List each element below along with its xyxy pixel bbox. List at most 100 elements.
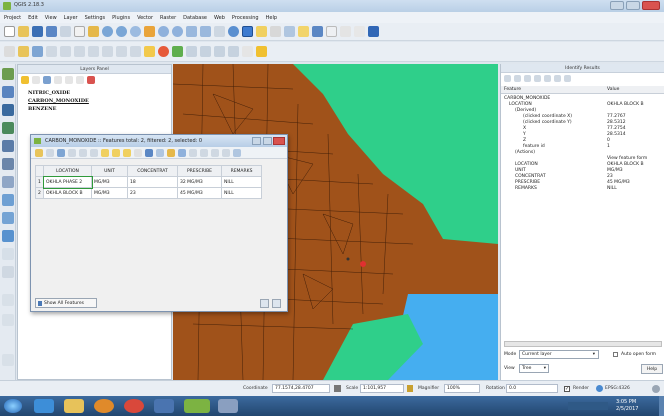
form-view-icon[interactable] <box>272 299 281 308</box>
deselect-icon[interactable] <box>270 26 281 37</box>
add-wcs-layer-icon[interactable] <box>2 212 14 224</box>
open-project-icon[interactable] <box>18 26 29 37</box>
paste-features-icon[interactable] <box>130 46 141 57</box>
add-mssql-layer-icon[interactable] <box>2 140 14 152</box>
table-cell[interactable]: 23 <box>127 187 178 199</box>
copy-features-icon[interactable] <box>116 46 127 57</box>
column-header[interactable]: CONCENTRAT <box>127 165 178 177</box>
table-row[interactable]: 1 OKHLA PHASE 2 MG/M3 18 32 MG/M3 NILL <box>35 175 262 189</box>
dialog-minimize-button[interactable] <box>252 137 261 145</box>
open-layer-styling-icon[interactable] <box>21 76 29 84</box>
scale-field[interactable]: 1:101,957 <box>360 384 404 393</box>
new-project-icon[interactable] <box>4 26 15 37</box>
zoom-layer-icon[interactable] <box>172 26 183 37</box>
collapse-all-icon[interactable] <box>76 76 84 84</box>
delete-field-icon[interactable] <box>222 148 230 157</box>
magnifier-field[interactable]: 100% <box>444 384 480 393</box>
menu-database[interactable]: Database <box>183 15 207 21</box>
zoom-to-selected-icon[interactable] <box>178 148 186 157</box>
selected-feature-point[interactable] <box>360 261 366 267</box>
column-header[interactable]: LOCATION <box>43 165 92 177</box>
layer-item-benzene[interactable]: BENZENE <box>28 106 56 112</box>
render-checkbox[interactable]: ✓ <box>564 386 570 392</box>
new-map-view-icon[interactable] <box>214 26 225 37</box>
collapse-tree-icon[interactable] <box>514 75 521 82</box>
expand-new-icon[interactable] <box>524 75 531 82</box>
add-wfs-layer-icon[interactable] <box>2 230 14 242</box>
label-highlight-icon[interactable] <box>172 46 183 57</box>
deselect-all-icon[interactable] <box>134 148 142 157</box>
table-cell[interactable]: MG/M3 <box>91 176 128 188</box>
save-edits-icon[interactable] <box>57 148 65 157</box>
table-cell[interactable]: 32 MG/M3 <box>177 176 222 188</box>
paste-features-icon[interactable] <box>200 148 208 157</box>
dialog-maximize-button[interactable] <box>263 137 272 145</box>
zoom-out-icon[interactable] <box>116 26 127 37</box>
start-button-icon[interactable] <box>4 399 22 413</box>
sum-icon[interactable] <box>326 26 337 37</box>
add-group-icon[interactable] <box>32 76 40 84</box>
toggle-extents-icon[interactable] <box>334 385 341 392</box>
lock-scale-icon[interactable] <box>407 385 413 392</box>
menu-help[interactable]: Help <box>266 15 277 21</box>
qgis-taskbar-icon[interactable] <box>184 399 210 413</box>
menu-layer[interactable]: Layer <box>64 15 78 21</box>
select-all-icon[interactable] <box>112 148 120 157</box>
manage-visibility-icon[interactable] <box>43 76 51 84</box>
filter-select-icon[interactable] <box>145 148 153 157</box>
show-features-dropdown[interactable]: Show All Features <box>35 298 97 308</box>
map-tips-icon[interactable] <box>340 26 351 37</box>
column-header[interactable]: UNIT <box>91 165 128 177</box>
reload-icon[interactable] <box>68 148 76 157</box>
table-cell[interactable]: NILL <box>221 187 262 199</box>
crs-globe-icon[interactable] <box>596 385 603 392</box>
label-rotate-icon[interactable] <box>214 46 225 57</box>
add-oracle-layer-icon[interactable] <box>2 158 14 170</box>
add-feature-icon[interactable] <box>46 46 57 57</box>
new-gpx-icon[interactable] <box>2 314 14 326</box>
chrome-icon[interactable] <box>124 399 144 413</box>
node-tool-icon[interactable] <box>74 46 85 57</box>
maximize-button[interactable] <box>626 1 640 10</box>
label-move-icon[interactable] <box>200 46 211 57</box>
print-composer-icon[interactable] <box>60 26 71 37</box>
new-shapefile-icon[interactable] <box>2 266 14 278</box>
toggle-multi-edit-icon[interactable] <box>46 148 54 157</box>
messages-icon[interactable] <box>652 385 660 393</box>
label-icon[interactable] <box>144 46 155 57</box>
rotation-field[interactable]: 0.0 <box>506 384 558 393</box>
identify-icon[interactable] <box>242 26 253 37</box>
cut-features-icon[interactable] <box>102 46 113 57</box>
remove-layer-icon[interactable] <box>87 76 95 84</box>
save-project-icon[interactable] <box>32 26 43 37</box>
table-view-icon[interactable] <box>260 299 269 308</box>
print-icon[interactable] <box>554 75 561 82</box>
menu-edit[interactable]: Edit <box>28 15 38 21</box>
add-raster-layer-icon[interactable] <box>2 86 14 98</box>
text-annotation-icon[interactable] <box>354 26 365 37</box>
menu-processing[interactable]: Processing <box>232 15 259 21</box>
menu-settings[interactable]: Settings <box>85 15 106 21</box>
zoom-next-icon[interactable] <box>200 26 211 37</box>
coordinate-field[interactable]: 77.1574,28.4707 <box>272 384 330 393</box>
table-cell[interactable]: MG/M3 <box>91 187 128 199</box>
file-explorer-icon[interactable] <box>64 399 84 413</box>
expand-tree-icon[interactable] <box>504 75 511 82</box>
menu-vector[interactable]: Vector <box>137 15 153 21</box>
add-vector-layer-icon[interactable] <box>2 68 14 80</box>
toggle-edit-icon[interactable] <box>35 148 43 157</box>
new-spatialite-icon[interactable] <box>2 294 14 306</box>
minimize-button[interactable] <box>610 1 624 10</box>
statistics-icon[interactable] <box>312 26 323 37</box>
measure-icon[interactable] <box>298 26 309 37</box>
python-console-icon[interactable] <box>242 46 253 57</box>
table-cell[interactable]: NILL <box>221 176 262 188</box>
label-change-icon[interactable] <box>228 46 239 57</box>
layer-item-carbon-monoxide[interactable]: CARBON_MONOXIDE <box>28 98 89 104</box>
close-button[interactable] <box>642 1 660 10</box>
internet-explorer-icon[interactable] <box>34 399 54 413</box>
move-feature-icon[interactable] <box>60 46 71 57</box>
add-postgis-layer-icon[interactable] <box>2 104 14 116</box>
table-cell[interactable]: 18 <box>127 176 178 188</box>
menu-plugins[interactable]: Plugins <box>112 15 130 21</box>
